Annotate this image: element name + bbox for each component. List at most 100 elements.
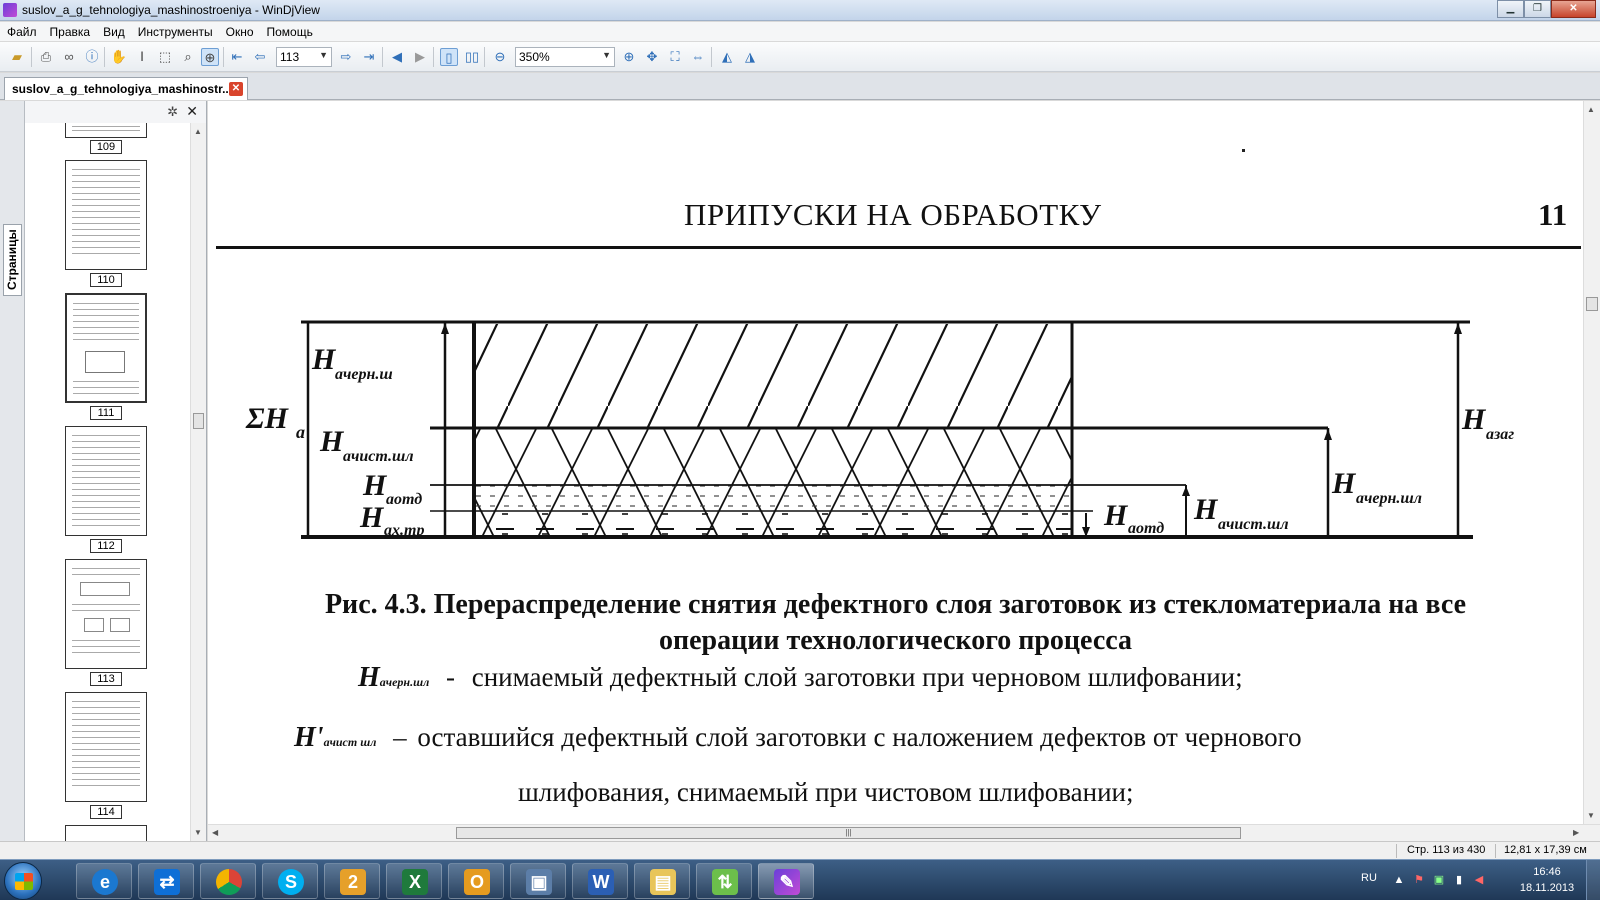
taskbar-excel[interactable]: X <box>386 863 442 899</box>
open-icon[interactable]: ▰ <box>8 48 26 66</box>
binoculars-icon[interactable]: ∞ <box>60 48 78 66</box>
zoom-rect-icon[interactable]: ⊕ <box>201 48 219 66</box>
fit-page-icon[interactable]: ✥ <box>643 48 661 66</box>
scroll-thumb[interactable] <box>1586 297 1598 311</box>
menu-file[interactable]: Файл <box>0 22 43 41</box>
zoom-tool-icon[interactable]: ⌕ <box>179 48 197 66</box>
taskbar-windjview[interactable]: ✎ <box>758 863 814 899</box>
close-window-button[interactable]: ✕ <box>1551 0 1596 18</box>
window-controls: ▁ ❐ ✕ <box>1497 0 1596 18</box>
language-indicator[interactable]: RU <box>1361 872 1377 884</box>
document-tab[interactable]: suslov_a_g_tehnologiya_mashinostr... ✕ <box>4 77 248 100</box>
last-page-icon[interactable]: ⇥ <box>360 48 378 66</box>
zoom-in-icon[interactable]: ⊕ <box>620 48 638 66</box>
first-page-icon[interactable]: ⇤ <box>228 48 246 66</box>
menu-tools[interactable]: Инструменты <box>131 22 219 41</box>
minimize-button[interactable]: ▁ <box>1497 0 1524 18</box>
zoom-combo[interactable]: 350% ▼ <box>515 47 615 67</box>
rotate-right-icon[interactable]: ◮ <box>741 48 759 66</box>
taskbar-app[interactable]: 2 <box>324 863 380 899</box>
start-button[interactable] <box>4 862 42 900</box>
thumbnail-page[interactable] <box>65 692 147 802</box>
single-page-icon[interactable]: ▯ <box>440 48 458 66</box>
thumbnail-page[interactable] <box>65 123 147 138</box>
page-number-combo[interactable]: 113 ▼ <box>276 47 332 67</box>
hand-tool-icon[interactable]: ✋ <box>110 48 128 66</box>
scroll-right-icon[interactable]: ▶ <box>1573 828 1579 837</box>
taskbar-chrome[interactable] <box>200 863 256 899</box>
fit-width-icon[interactable]: ⛶ <box>666 48 684 66</box>
two-pages-icon[interactable]: ▯▯ <box>463 48 481 66</box>
scroll-up-icon[interactable]: ▲ <box>1587 105 1595 114</box>
thumbnail-page-current[interactable] <box>65 559 147 669</box>
label-right-h-blank: H <box>1461 403 1487 436</box>
back-icon[interactable]: ◀ <box>388 48 406 66</box>
thumbnail-page[interactable] <box>65 426 147 536</box>
scroll-up-icon[interactable]: ▲ <box>194 127 202 136</box>
chevron-down-icon: ▼ <box>319 50 328 60</box>
print-icon[interactable]: ⎙ <box>37 48 55 66</box>
taskbar-skype[interactable]: S <box>262 863 318 899</box>
thumbnails-scrollbar[interactable]: ▲ ▼ <box>190 123 206 841</box>
scroll-down-icon[interactable]: ▼ <box>194 828 202 837</box>
forward-icon[interactable]: ▶ <box>411 48 429 66</box>
prev-page-icon[interactable]: ⇦ <box>251 48 269 66</box>
clock-time[interactable]: 16:46 <box>1517 866 1577 878</box>
rect-select-icon[interactable]: ⬚ <box>156 48 174 66</box>
vertical-scrollbar[interactable]: ▲ ▼ <box>1583 101 1600 824</box>
show-desktop-button[interactable] <box>1586 860 1600 900</box>
legend-text: снимаемый дефектный слой заготовки при ч… <box>471 662 1243 692</box>
pages-tab[interactable]: Страницы <box>3 224 22 296</box>
thumbnail-page[interactable] <box>65 160 147 270</box>
zoom-out-icon[interactable]: ⊖ <box>491 48 509 66</box>
thumbnails-list: 109 110 111 112 113 114 <box>25 123 191 841</box>
tray-expand-icon[interactable]: ▲ <box>1393 874 1405 886</box>
label-sum-h: ΣH <box>245 402 290 435</box>
menu-window[interactable]: Окно <box>219 22 260 41</box>
close-icon[interactable]: ✕ <box>186 103 198 120</box>
document-view[interactable]: ПРИПУСКИ НА ОБРАБОТКУ 11 ΣH a H aчерн.ш … <box>208 101 1583 824</box>
chrome-icon <box>216 869 242 895</box>
toolbar-separator <box>484 47 485 67</box>
taskbar-app-2[interactable]: ⇅ <box>696 863 752 899</box>
horizontal-scrollbar[interactable]: ◀ ||| ▶ <box>208 824 1600 841</box>
next-page-icon[interactable]: ⇨ <box>337 48 355 66</box>
label-right-h-rough-sub: aчерн.шл <box>1356 490 1422 507</box>
heading-rule <box>216 246 1581 249</box>
label-h-xtr-sub: ax.тр <box>384 522 424 539</box>
scroll-down-icon[interactable]: ▼ <box>1587 811 1595 820</box>
menu-view[interactable]: Вид <box>96 22 131 41</box>
actual-size-icon[interactable]: ⇔ <box>689 48 707 66</box>
taskbar-network[interactable]: ▣ <box>510 863 566 899</box>
app-icon: 2 <box>340 869 366 895</box>
status-page-info: Стр. 113 из 430 <box>1407 844 1486 856</box>
taskbar-explorer[interactable]: ▤ <box>634 863 690 899</box>
text-select-icon[interactable]: Ⅰ <box>133 48 151 66</box>
document-tab-bar: suslov_a_g_tehnologiya_mashinostr... ✕ <box>0 73 1600 100</box>
rotate-left-icon[interactable]: ◭ <box>718 48 736 66</box>
arrow-tip <box>1324 429 1332 440</box>
scroll-thumb[interactable] <box>193 413 204 429</box>
clock-date[interactable]: 18.11.2013 <box>1517 882 1577 894</box>
thumbnail-page[interactable] <box>65 825 147 841</box>
volume-icon[interactable]: ◀ <box>1473 874 1485 886</box>
taskbar-word[interactable]: W <box>572 863 628 899</box>
menu-help[interactable]: Помощь <box>260 22 319 41</box>
figure-4-3: ΣH a H aчерн.ш H aчист.шл H aотд H ax.тр… <box>245 320 1514 539</box>
info-icon[interactable]: ⓘ <box>83 48 101 66</box>
menu-bar: Файл Правка Вид Инструменты Окно Помощь <box>0 22 1600 41</box>
scroll-left-icon[interactable]: ◀ <box>212 828 218 837</box>
thumbnail-page[interactable] <box>65 293 147 403</box>
taskbar-ie[interactable]: e <box>76 863 132 899</box>
tray-app-icon[interactable]: ▣ <box>1433 874 1445 886</box>
menu-edit[interactable]: Правка <box>43 22 97 41</box>
restore-button[interactable]: ❐ <box>1524 0 1551 18</box>
close-tab-icon[interactable]: ✕ <box>229 82 243 96</box>
thumbnail-page-number: 112 <box>90 539 122 553</box>
taskbar-teamviewer[interactable]: ⇄ <box>138 863 194 899</box>
taskbar-outlook[interactable]: O <box>448 863 504 899</box>
network-icon[interactable]: ▮ <box>1453 874 1465 886</box>
action-center-icon[interactable]: ⚑ <box>1413 874 1425 886</box>
gear-icon[interactable]: ✲ <box>167 104 178 120</box>
scroll-thumb[interactable]: ||| <box>456 827 1241 839</box>
